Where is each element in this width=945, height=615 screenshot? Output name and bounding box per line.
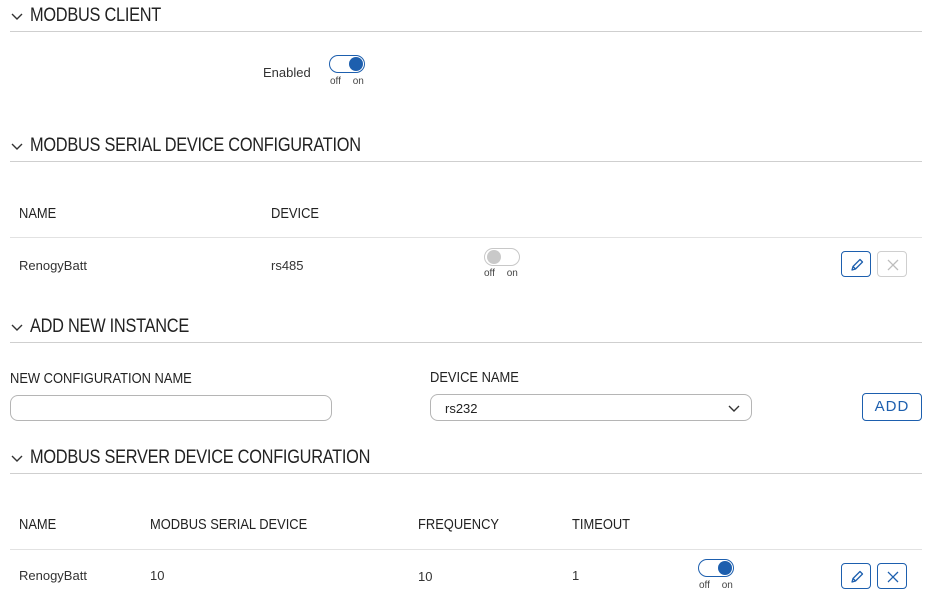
close-icon bbox=[887, 571, 899, 583]
enabled-label: Enabled bbox=[263, 65, 311, 80]
toggle-on-label: on bbox=[352, 76, 364, 87]
toggle-on-label: on bbox=[721, 580, 733, 591]
server-row-serial-device: 10 bbox=[150, 568, 165, 583]
chevron-down-icon[interactable] bbox=[10, 9, 24, 23]
chevron-down-icon[interactable] bbox=[10, 320, 24, 334]
server-row-name: RenogyBatt bbox=[19, 568, 87, 583]
toggle-labels: off on bbox=[330, 76, 364, 87]
section-server-config[interactable]: MODBUS SERVER DEVICE CONFIGURATION bbox=[10, 447, 922, 474]
add-button[interactable]: ADD bbox=[862, 393, 922, 421]
column-header-serial-device: MODBUS SERIAL DEVICE bbox=[150, 516, 308, 533]
toggle-labels: off on bbox=[484, 268, 518, 279]
device-name-value: rs232 bbox=[445, 401, 478, 416]
chevron-down-icon[interactable] bbox=[10, 139, 24, 153]
toggle-off-label: off bbox=[330, 76, 341, 87]
section-title: MODBUS SERVER DEVICE CONFIGURATION bbox=[30, 447, 371, 468]
server-row-frequency: 10 bbox=[418, 569, 433, 584]
column-header-name: NAME bbox=[19, 205, 57, 222]
toggle-labels: off on bbox=[699, 580, 733, 591]
column-header-frequency: FREQUENCY bbox=[418, 516, 500, 533]
toggle-on-label: on bbox=[506, 268, 518, 279]
row-divider bbox=[10, 237, 922, 238]
edit-button[interactable] bbox=[841, 251, 871, 277]
delete-button[interactable] bbox=[877, 251, 907, 277]
toggle-knob bbox=[718, 561, 732, 575]
delete-button[interactable] bbox=[877, 563, 907, 589]
edit-button[interactable] bbox=[841, 563, 871, 589]
server-row-timeout: 1 bbox=[572, 568, 580, 583]
section-modbus-client[interactable]: MODBUS CLIENT bbox=[10, 5, 922, 32]
toggle-off-label: off bbox=[699, 580, 710, 591]
column-header-device: DEVICE bbox=[271, 205, 320, 222]
config-name-input[interactable] bbox=[10, 395, 332, 421]
pencil-icon bbox=[851, 258, 864, 271]
chevron-down-icon bbox=[728, 405, 740, 412]
enabled-toggle[interactable] bbox=[329, 55, 365, 73]
device-name-label: DEVICE NAME bbox=[430, 369, 519, 386]
toggle-knob bbox=[487, 250, 501, 264]
section-add-instance[interactable]: ADD NEW INSTANCE bbox=[10, 316, 922, 343]
toggle-off-label: off bbox=[484, 268, 495, 279]
config-name-label: NEW CONFIGURATION NAME bbox=[10, 370, 192, 387]
column-header-name: NAME bbox=[19, 516, 57, 533]
serial-row-name: RenogyBatt bbox=[19, 258, 87, 273]
column-header-timeout: TIMEOUT bbox=[572, 516, 631, 533]
section-serial-config[interactable]: MODBUS SERIAL DEVICE CONFIGURATION bbox=[10, 135, 922, 162]
row-divider bbox=[10, 549, 922, 550]
server-row-toggle[interactable] bbox=[698, 559, 734, 577]
section-title: MODBUS CLIENT bbox=[30, 5, 162, 26]
toggle-knob bbox=[349, 57, 363, 71]
section-title: MODBUS SERIAL DEVICE CONFIGURATION bbox=[30, 135, 361, 156]
close-icon bbox=[887, 259, 899, 271]
pencil-icon bbox=[851, 570, 864, 583]
chevron-down-icon[interactable] bbox=[10, 451, 24, 465]
section-title: ADD NEW INSTANCE bbox=[30, 316, 189, 337]
device-name-select[interactable]: rs232 bbox=[430, 394, 752, 421]
serial-row-toggle[interactable] bbox=[484, 248, 520, 266]
serial-row-device: rs485 bbox=[271, 258, 304, 273]
